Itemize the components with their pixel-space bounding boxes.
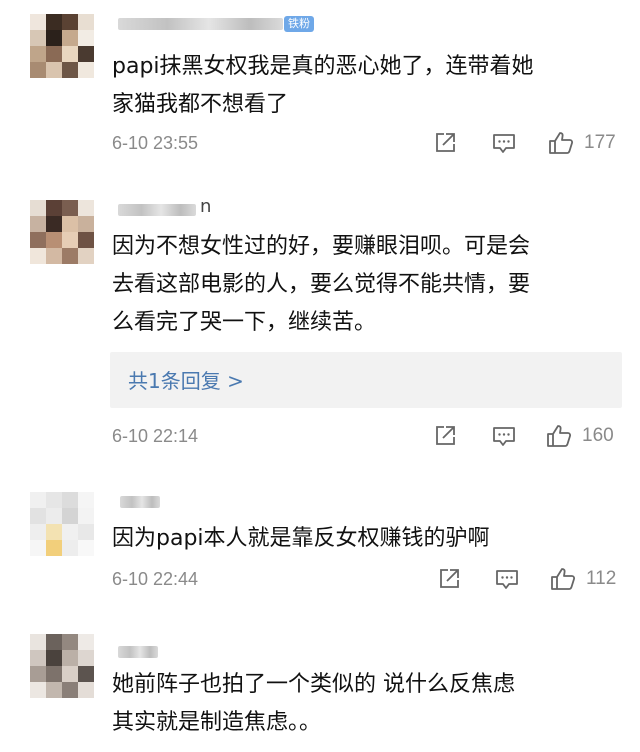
like-count: 177 bbox=[584, 132, 616, 153]
thumbs-up-icon[interactable] bbox=[548, 130, 574, 156]
comment-text: papi抹黑女权我是真的恶心她了，连带着她 家猫我都不想看了 bbox=[112, 54, 534, 117]
avatar[interactable] bbox=[30, 200, 94, 264]
thumbs-up-icon[interactable] bbox=[550, 566, 576, 592]
share-icon[interactable] bbox=[432, 130, 458, 156]
thumbs-up-icon[interactable] bbox=[546, 423, 572, 449]
comment-3: 因为papi本人就是靠反女权赚钱的驴啊 6-10 22:44 112 bbox=[0, 470, 640, 610]
avatar[interactable] bbox=[30, 634, 94, 698]
comment-meta: 6-10 22:44 112 bbox=[0, 566, 640, 596]
comment-1: 铁粉 papi抹黑女权我是真的恶心她了，连带着她 家猫我都不想看了 6-10 2… bbox=[0, 0, 640, 170]
comment-4: 她前阵子也拍了一个类似的 说什么反焦虑 其实就是制造焦虑。。 bbox=[0, 610, 640, 752]
replies-label: 共1条回复 > bbox=[128, 369, 244, 393]
comment-meta: 6-10 23:55 177 bbox=[0, 130, 640, 160]
username-blurred[interactable] bbox=[118, 646, 158, 658]
share-icon[interactable] bbox=[436, 566, 462, 592]
like-count: 112 bbox=[586, 568, 617, 589]
share-icon[interactable] bbox=[432, 423, 458, 449]
avatar[interactable] bbox=[30, 14, 94, 78]
comment-text: 因为papi本人就是靠反女权赚钱的驴啊 bbox=[112, 526, 490, 551]
comment-icon[interactable] bbox=[491, 130, 517, 156]
like-count: 160 bbox=[582, 425, 614, 446]
replies-link[interactable]: 共1条回复 > bbox=[110, 352, 622, 408]
fan-badge: 铁粉 bbox=[284, 16, 314, 32]
username-blurred[interactable] bbox=[118, 18, 283, 30]
avatar[interactable] bbox=[30, 492, 94, 556]
timestamp: 6-10 22:44 bbox=[112, 569, 199, 589]
comment-text: 因为不想女性过的好，要赚眼泪呗。可是会 去看这部电影的人，要么觉得不能共情，要 … bbox=[112, 234, 531, 335]
comment-meta: 6-10 22:14 160 bbox=[0, 423, 640, 453]
comment-2: n 因为不想女性过的好，要赚眼泪呗。可是会 去看这部电影的人，要么觉得不能共情，… bbox=[0, 170, 640, 470]
username-blurred[interactable] bbox=[120, 496, 160, 508]
username-blurred[interactable] bbox=[118, 204, 196, 216]
comment-text: 她前阵子也拍了一个类似的 说什么反焦虑 其实就是制造焦虑。。 bbox=[112, 672, 515, 735]
comment-icon[interactable] bbox=[491, 423, 517, 449]
comment-icon[interactable] bbox=[494, 566, 520, 592]
timestamp: 6-10 23:55 bbox=[112, 133, 199, 153]
username-suffix: n bbox=[200, 196, 212, 217]
timestamp: 6-10 22:14 bbox=[112, 426, 199, 446]
